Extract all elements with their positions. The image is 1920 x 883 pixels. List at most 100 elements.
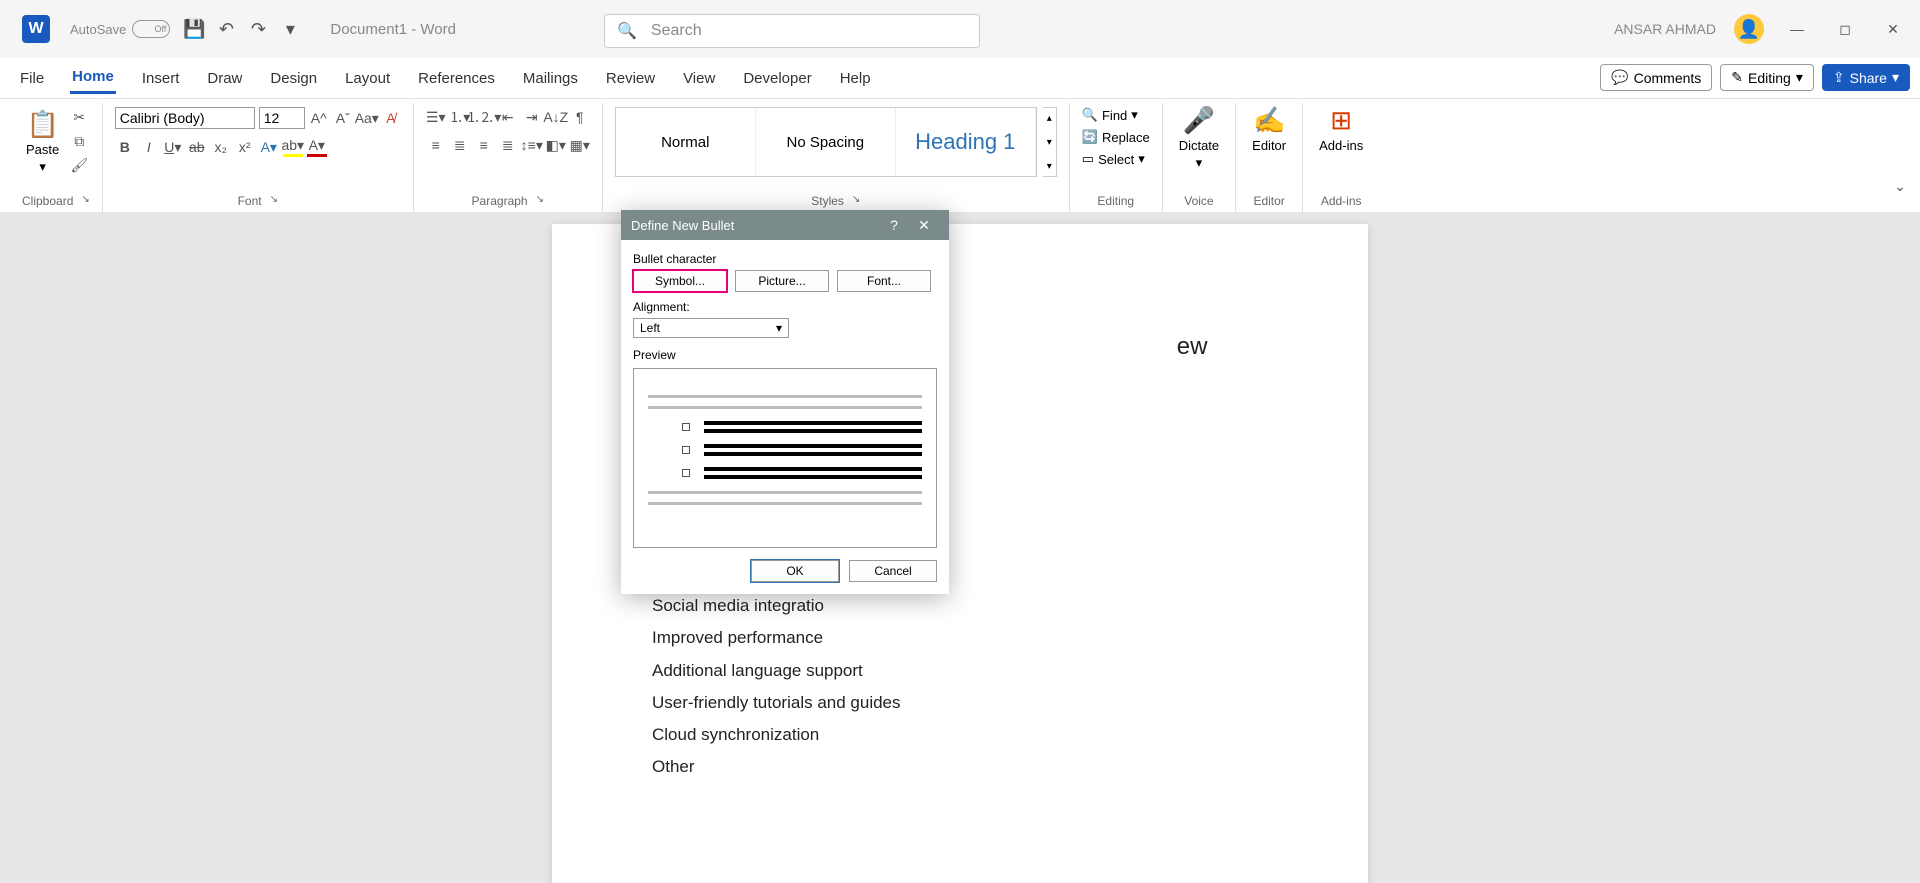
- document-area: Q: What features ew mobile app? Please s…: [0, 212, 1920, 883]
- underline-icon[interactable]: U▾: [163, 137, 183, 157]
- style-normal[interactable]: Normal: [616, 108, 756, 176]
- align-center-icon[interactable]: ≣: [450, 135, 470, 155]
- font-name-select[interactable]: [115, 107, 255, 129]
- format-painter-icon[interactable]: 🖌: [69, 155, 89, 175]
- shading-icon[interactable]: ◧▾: [546, 135, 566, 155]
- style-scroll-down-icon[interactable]: ▾: [1047, 137, 1052, 148]
- tab-references[interactable]: References: [416, 64, 497, 93]
- tab-review[interactable]: Review: [604, 64, 657, 93]
- superscript-icon[interactable]: x²: [235, 137, 255, 157]
- customize-qat-icon[interactable]: ▾: [280, 19, 300, 39]
- cancel-button[interactable]: Cancel: [849, 560, 937, 582]
- font-label: Font: [238, 194, 262, 208]
- line-spacing-icon[interactable]: ↕≡▾: [522, 135, 542, 155]
- tab-design[interactable]: Design: [268, 64, 319, 93]
- clipboard-launcher-icon[interactable]: ↘: [81, 194, 89, 208]
- tab-view[interactable]: View: [681, 64, 717, 93]
- align-left-icon[interactable]: ≡: [426, 135, 446, 155]
- highlight-icon[interactable]: ab▾: [283, 137, 303, 157]
- sort-icon[interactable]: A↓Z: [546, 107, 566, 127]
- paragraph-label: Paragraph: [472, 194, 528, 208]
- italic-icon[interactable]: I: [139, 137, 159, 157]
- paste-button[interactable]: 📋 Paste ▾: [22, 107, 63, 177]
- multilevel-list-icon[interactable]: ⒈⒉▾: [474, 107, 494, 127]
- font-launcher-icon[interactable]: ↘: [270, 194, 278, 208]
- maximize-button[interactable]: ◻: [1830, 14, 1860, 44]
- change-case-icon[interactable]: Aa▾: [357, 108, 377, 128]
- replace-button[interactable]: 🔄 Replace: [1082, 129, 1150, 145]
- bullet-char-label: Bullet character: [633, 252, 937, 266]
- user-name[interactable]: ANSAR AHMAD: [1614, 21, 1716, 37]
- list-item: Social media integratio: [652, 590, 1268, 622]
- clear-formatting-icon[interactable]: A̸: [381, 108, 401, 128]
- dialog-titlebar[interactable]: Define New Bullet ? ✕: [621, 210, 949, 240]
- align-right-icon[interactable]: ≡: [474, 135, 494, 155]
- borders-icon[interactable]: ▦▾: [570, 135, 590, 155]
- comments-button[interactable]: 💬 Comments: [1600, 64, 1712, 91]
- editor-button[interactable]: ✍ Editor: [1248, 103, 1290, 155]
- autosave-toggle[interactable]: AutoSave Off: [70, 20, 170, 38]
- style-scroll-up-icon[interactable]: ▴: [1047, 113, 1052, 124]
- editing-label: Editing: [1097, 194, 1134, 208]
- editing-mode-button[interactable]: ✎ Editing ▾: [1720, 64, 1814, 91]
- style-nospacing[interactable]: No Spacing: [756, 108, 896, 176]
- save-icon[interactable]: 💾: [184, 19, 204, 39]
- cut-icon[interactable]: ✂: [69, 107, 89, 127]
- justify-icon[interactable]: ≣: [498, 135, 518, 155]
- text-effects-icon[interactable]: A▾: [259, 137, 279, 157]
- paragraph-launcher-icon[interactable]: ↘: [536, 194, 544, 208]
- alignment-label: Alignment:: [633, 300, 937, 314]
- search-placeholder: Search: [651, 22, 702, 40]
- picture-button[interactable]: Picture...: [735, 270, 829, 292]
- user-avatar[interactable]: 👤: [1734, 14, 1764, 44]
- shrink-font-icon[interactable]: Aˇ: [333, 108, 353, 128]
- copy-icon[interactable]: ⧉: [69, 131, 89, 151]
- font-size-select[interactable]: [259, 107, 305, 129]
- font-color-icon[interactable]: A▾: [307, 137, 327, 157]
- voice-label: Voice: [1184, 194, 1213, 208]
- chevron-down-icon: ▾: [39, 159, 46, 175]
- minimize-button[interactable]: —: [1782, 14, 1812, 44]
- search-box[interactable]: 🔍 Search: [604, 14, 980, 48]
- dictate-button[interactable]: 🎤 Dictate▾: [1175, 103, 1223, 173]
- tab-home[interactable]: Home: [70, 62, 116, 94]
- dialog-help-icon[interactable]: ?: [879, 217, 909, 233]
- strikethrough-icon[interactable]: ab: [187, 137, 207, 157]
- collapse-ribbon-icon[interactable]: ⌄: [1894, 178, 1906, 195]
- close-window-button[interactable]: ✕: [1878, 14, 1908, 44]
- share-button[interactable]: ⇪ Share ▾: [1822, 64, 1910, 91]
- grow-font-icon[interactable]: A^: [309, 108, 329, 128]
- addins-button[interactable]: ⊞ Add-ins: [1315, 103, 1367, 155]
- undo-icon[interactable]: ↶: [216, 19, 236, 39]
- styles-launcher-icon[interactable]: ↘: [852, 194, 860, 208]
- find-button[interactable]: 🔍 Find ▾: [1082, 107, 1138, 123]
- toggle-off-icon[interactable]: Off: [132, 20, 170, 38]
- tab-file[interactable]: File: [18, 64, 46, 93]
- style-heading1[interactable]: Heading 1: [896, 108, 1036, 176]
- tab-help[interactable]: Help: [838, 64, 873, 93]
- group-clipboard: 📋 Paste ▾ ✂ ⧉ 🖌 Clipboard ↘: [10, 103, 103, 212]
- list-item: Other: [652, 751, 1268, 783]
- font-button[interactable]: Font...: [837, 270, 931, 292]
- dialog-close-icon[interactable]: ✕: [909, 217, 939, 234]
- show-marks-icon[interactable]: ¶: [570, 107, 590, 127]
- decrease-indent-icon[interactable]: ⇤: [498, 107, 518, 127]
- subscript-icon[interactable]: x₂: [211, 137, 231, 157]
- tab-draw[interactable]: Draw: [205, 64, 244, 93]
- autosave-label: AutoSave: [70, 22, 126, 37]
- bold-icon[interactable]: B: [115, 137, 135, 157]
- tab-layout[interactable]: Layout: [343, 64, 392, 93]
- ribbon: 📋 Paste ▾ ✂ ⧉ 🖌 Clipboard ↘ A^ Aˇ Aa▾ A̸: [0, 98, 1920, 212]
- symbol-button[interactable]: Symbol...: [633, 270, 727, 292]
- tab-mailings[interactable]: Mailings: [521, 64, 580, 93]
- style-gallery[interactable]: Normal No Spacing Heading 1: [615, 107, 1037, 177]
- increase-indent-icon[interactable]: ⇥: [522, 107, 542, 127]
- style-expand-icon[interactable]: ▾: [1047, 161, 1052, 172]
- tab-insert[interactable]: Insert: [140, 64, 182, 93]
- bullets-icon[interactable]: ☰▾: [426, 107, 446, 127]
- ok-button[interactable]: OK: [751, 560, 839, 582]
- select-button[interactable]: ▭ Select ▾: [1082, 151, 1145, 167]
- tab-developer[interactable]: Developer: [741, 64, 813, 93]
- alignment-select[interactable]: Left▾: [633, 318, 789, 338]
- redo-icon[interactable]: ↷: [248, 19, 268, 39]
